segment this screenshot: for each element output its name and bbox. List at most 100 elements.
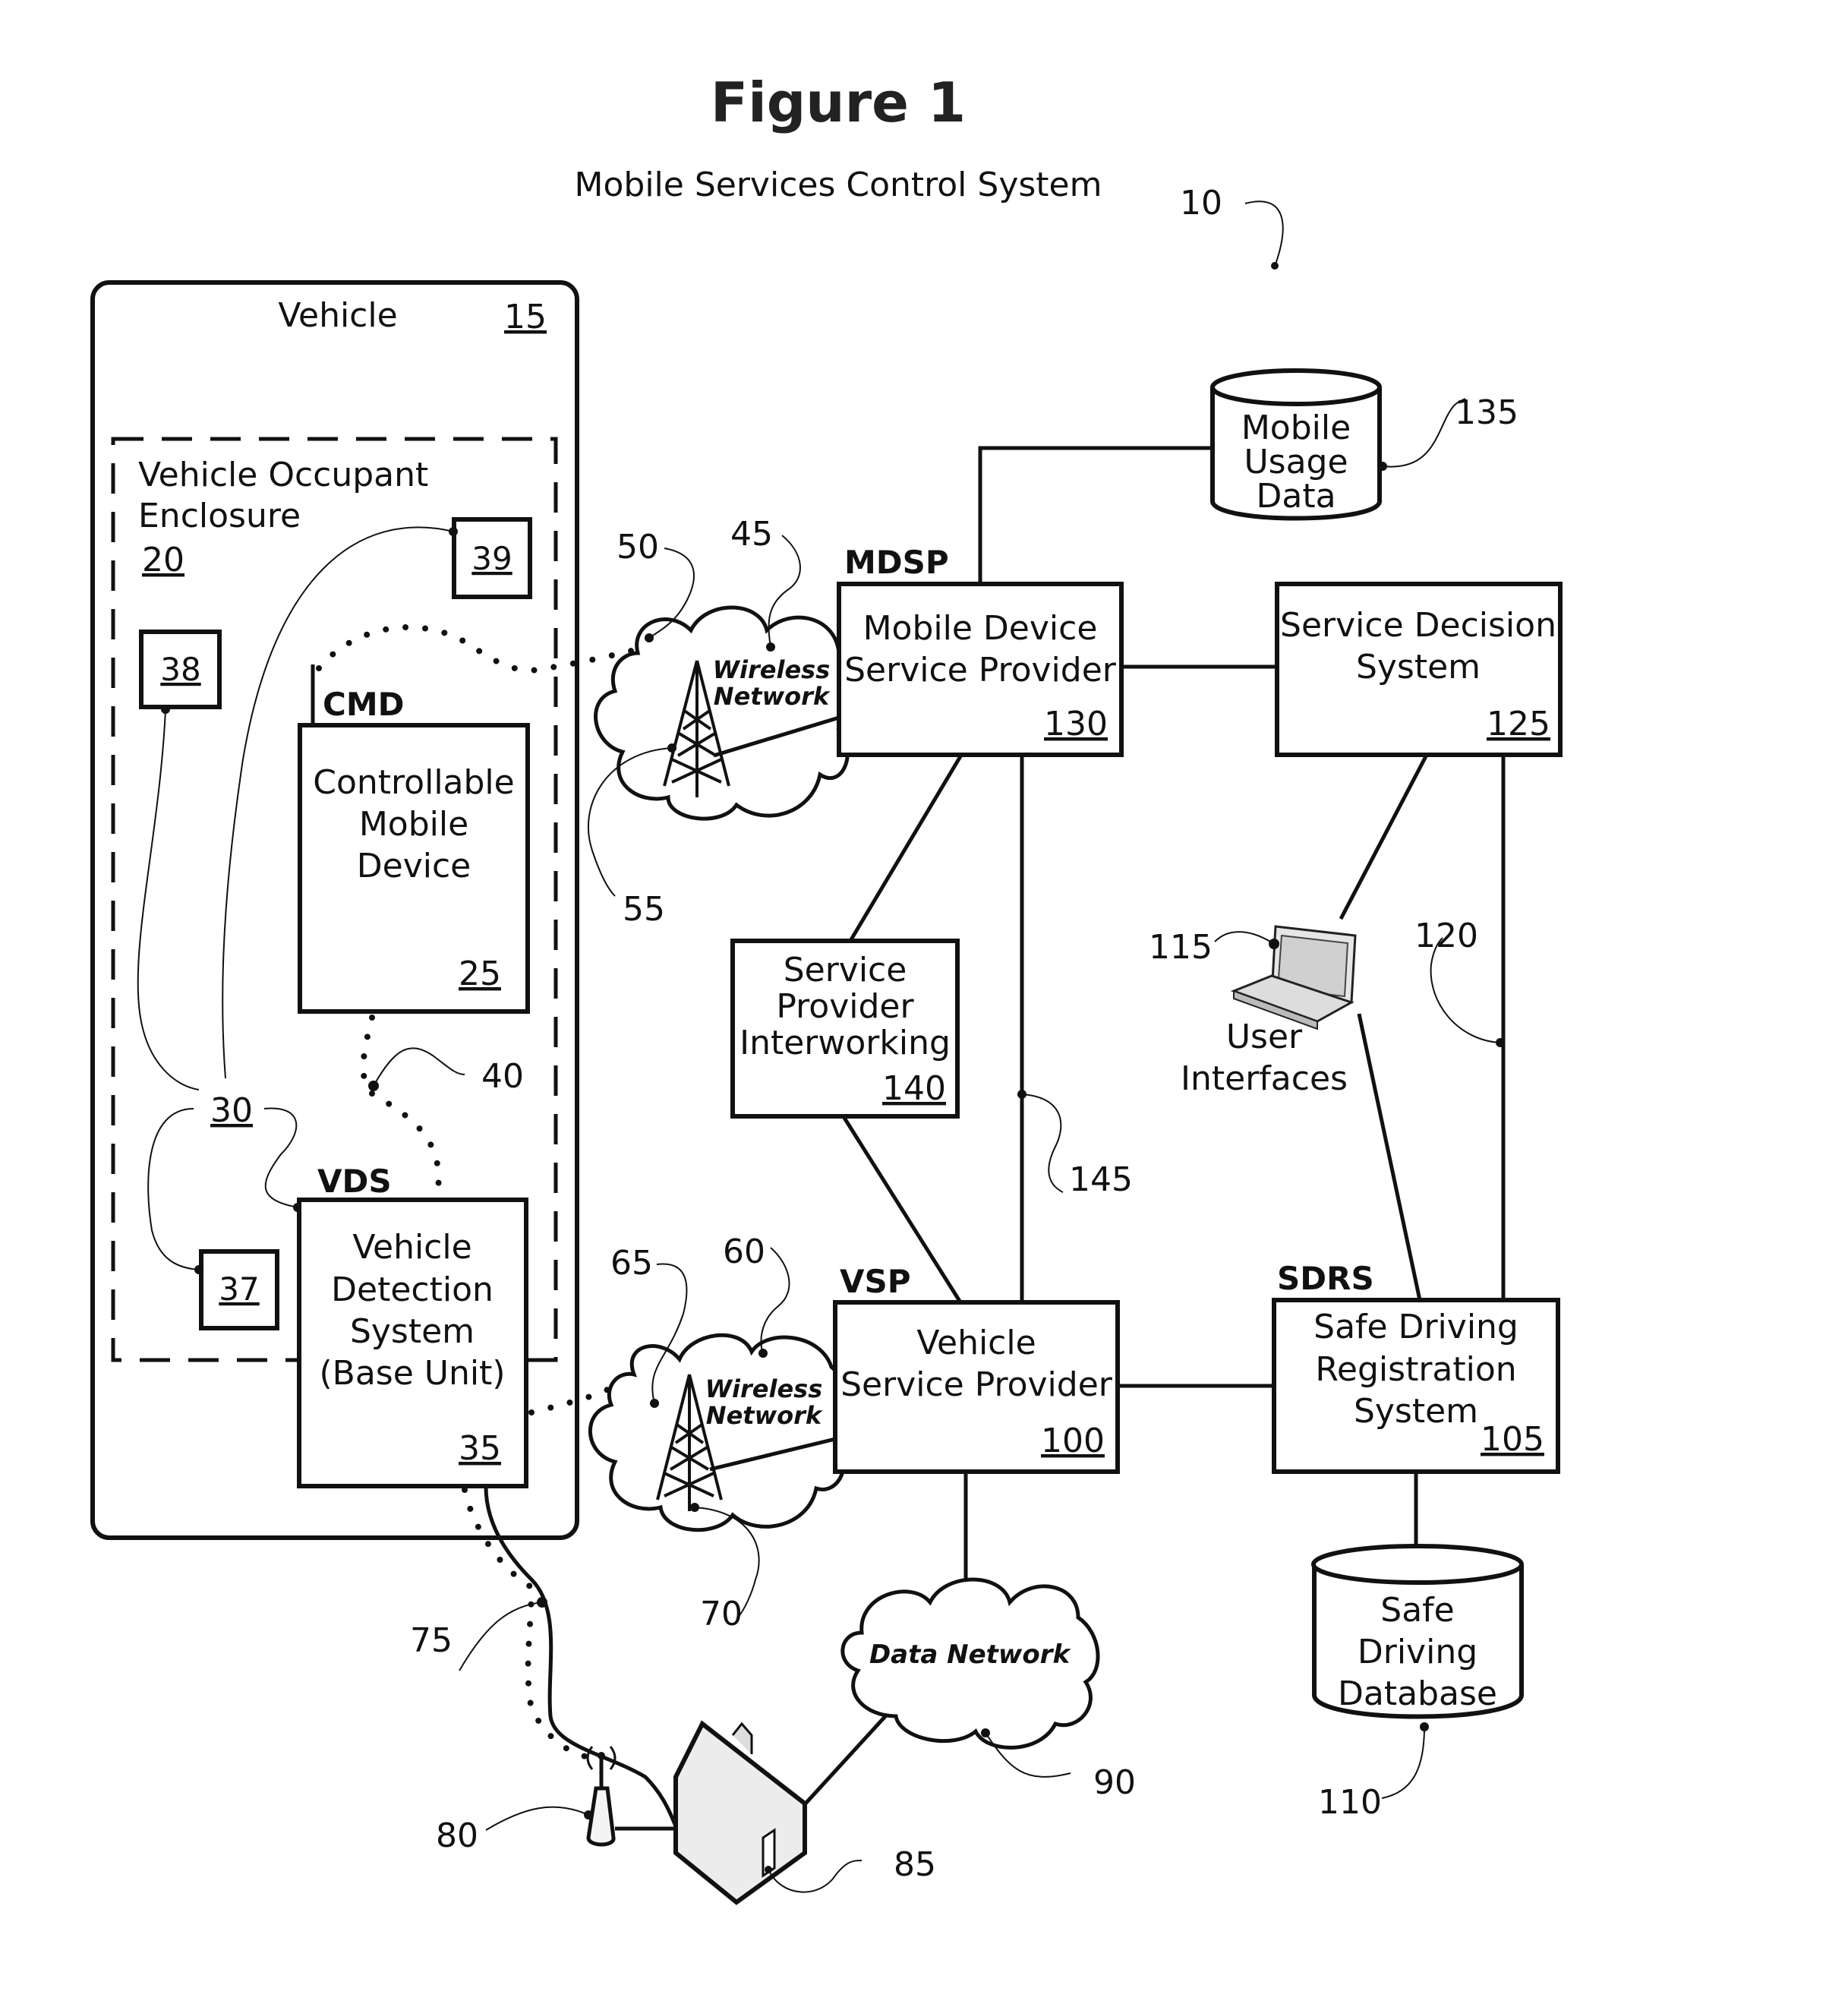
spi-label-line3: Interworking	[740, 1024, 951, 1062]
sdd-label-line2: Driving	[1358, 1633, 1477, 1671]
house-icon	[673, 1720, 807, 1905]
wireless-2-label-line2: Network	[706, 1401, 823, 1430]
wireless-1-label-line1: Wireless	[713, 655, 831, 684]
mobile-usage-data-db[interactable]: Mobile Usage Data	[1210, 368, 1382, 521]
ref-20: 20	[142, 541, 184, 579]
ref-140: 140	[882, 1069, 946, 1108]
vsp-label-line1: Vehicle	[916, 1324, 1036, 1362]
ref-75: 75	[410, 1621, 453, 1660]
leader-75	[459, 1602, 543, 1671]
laptop-icon	[1230, 925, 1357, 1030]
vds-label-line3: System	[350, 1312, 475, 1351]
leader-dot	[650, 1399, 659, 1408]
cmd-label-line1: Controllable	[313, 763, 514, 802]
leader-dot	[1271, 262, 1279, 270]
leader-dot	[766, 642, 775, 652]
spi-label-line2: Provider	[776, 987, 914, 1026]
ref-90: 90	[1093, 1763, 1136, 1802]
safe-driving-db[interactable]: Safe Driving Database	[1311, 1544, 1524, 1719]
data-network-label: Data Network	[869, 1639, 1072, 1670]
sdrs-label-line3: System	[1354, 1392, 1478, 1431]
ref-105: 105	[1481, 1420, 1544, 1459]
ref-40: 40	[481, 1057, 524, 1096]
wireless-1-label-line2: Network	[714, 682, 831, 711]
link-datanet-house	[803, 1713, 888, 1806]
figure-subtitle: Mobile Services Control System	[575, 166, 1102, 204]
cmd-tag: CMD	[323, 686, 404, 723]
wireless-network-2: Wireless Network	[588, 1333, 848, 1532]
vds-node[interactable]: VDS Vehicle Detection System (Base Unit)…	[297, 1163, 528, 1488]
vds-label-line4: (Base Unit)	[319, 1354, 505, 1393]
wireless-cloud-1	[594, 605, 856, 821]
leader-dot	[161, 705, 170, 714]
ref-35: 35	[459, 1429, 501, 1468]
sds-label-line2: System	[1356, 648, 1481, 686]
sdd-label-line3: Database	[1338, 1674, 1497, 1713]
enclosure-label-line2: Enclosure	[138, 497, 301, 535]
cmd-label-line3: Device	[357, 847, 471, 885]
sdrs-label-line1: Safe Driving	[1313, 1308, 1518, 1346]
ui-label-line2: Interfaces	[1181, 1059, 1348, 1098]
ref-70: 70	[700, 1595, 743, 1633]
leader-115	[1214, 931, 1275, 945]
link-sds-ui	[1339, 755, 1428, 920]
figure-title: Figure 1	[711, 71, 966, 134]
mud-label-line1: Mobile	[1241, 409, 1351, 447]
ref-145: 145	[1069, 1160, 1133, 1199]
ref-60: 60	[723, 1232, 765, 1271]
ref-65: 65	[610, 1244, 653, 1283]
ref-85: 85	[894, 1845, 936, 1884]
vds-label-line1: Vehicle	[352, 1228, 471, 1267]
vsp-tag: VSP	[840, 1263, 911, 1300]
diagram-canvas: Figure 1 Mobile Services Control System …	[90, 71, 1563, 1905]
ref-30: 30	[210, 1091, 253, 1130]
mdsp-tag: MDSP	[844, 544, 949, 581]
leader-145	[1021, 1094, 1064, 1193]
sdd-label-line1: Safe	[1380, 1591, 1454, 1630]
leader-110	[1381, 1726, 1425, 1799]
wireless-cloud-2	[588, 1333, 848, 1532]
ref-38: 38	[160, 651, 200, 688]
cmd-label-line2: Mobile	[359, 805, 468, 844]
ref-45: 45	[730, 515, 773, 554]
vsp-node[interactable]: VSP Vehicle Service Provider 100	[833, 1263, 1120, 1474]
db-top	[1311, 1544, 1524, 1585]
vds-label-line2: Detection	[331, 1270, 494, 1309]
sds-label-line1: Service Decision	[1280, 606, 1556, 645]
leader-dot	[194, 1265, 203, 1274]
leader-135	[1382, 398, 1466, 468]
mud-label-line2: Usage	[1244, 443, 1348, 481]
ref-130: 130	[1044, 705, 1108, 743]
mdsp-label-line1: Mobile Device	[863, 609, 1098, 648]
leader-10	[1244, 200, 1284, 265]
ref-100: 100	[1041, 1422, 1105, 1460]
db-top	[1210, 368, 1382, 406]
leader-80	[485, 1806, 589, 1831]
link-mdsp-mud	[978, 446, 1213, 584]
ref-135: 135	[1455, 393, 1518, 432]
interworking-node[interactable]: Service Provider Interworking 140	[730, 939, 960, 1119]
link-ui-sdrs	[1357, 1013, 1422, 1301]
ref-37: 37	[219, 1270, 259, 1308]
ref-115: 115	[1149, 928, 1213, 967]
link-mdsp-spi	[848, 755, 963, 942]
leader-dot	[449, 527, 458, 536]
mud-label-line3: Data	[1256, 477, 1336, 516]
ref-39: 39	[471, 540, 512, 577]
sdrs-label-line2: Registration	[1315, 1350, 1516, 1389]
wireless-network-1: Wireless Network	[594, 605, 856, 821]
ref-50: 50	[617, 528, 659, 566]
wireless-2-label-line1: Wireless	[705, 1374, 823, 1403]
ref-80: 80	[436, 1816, 478, 1855]
ref-125: 125	[1487, 705, 1550, 743]
leader-dot	[758, 1349, 768, 1358]
ref-15: 15	[504, 298, 547, 336]
sdrs-node[interactable]: SDRS Safe Driving Registration System 10…	[1272, 1260, 1560, 1474]
service-decision-node[interactable]: Service Decision System 125	[1275, 582, 1563, 757]
spi-label-line1: Service	[784, 951, 907, 989]
sdrs-tag: SDRS	[1277, 1260, 1374, 1297]
vsp-label-line2: Service Provider	[840, 1365, 1113, 1404]
enclosure-label-line1: Vehicle Occupant	[138, 456, 428, 494]
mdsp-label-line2: Service Provider	[844, 651, 1117, 690]
ref-110: 110	[1318, 1783, 1382, 1822]
